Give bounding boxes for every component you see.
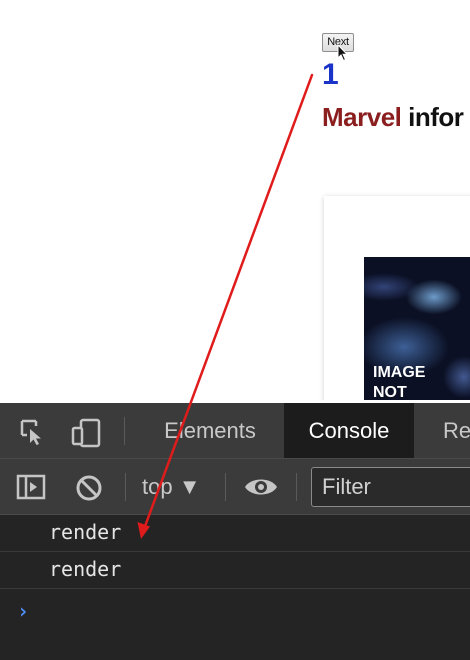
thumbnail-text: IMAGE NOT xyxy=(373,363,425,400)
console-filter-input[interactable] xyxy=(311,467,470,507)
tabbar-divider xyxy=(124,417,125,445)
devtools-panel: Elements Console Re top ▼ render render … xyxy=(0,403,470,660)
console-prompt-icon[interactable]: › xyxy=(17,599,29,623)
sidebar-toggle-icon[interactable] xyxy=(15,472,47,502)
thumbnail-text-line1: IMAGE xyxy=(373,364,426,381)
devtools-tabbar: Elements Console Re xyxy=(0,403,470,459)
eye-icon[interactable] xyxy=(243,474,279,500)
clear-console-icon[interactable] xyxy=(74,473,104,503)
inspect-element-icon[interactable] xyxy=(18,417,48,447)
tab-elements[interactable]: Elements xyxy=(144,403,276,458)
console-log-text: render xyxy=(49,557,122,581)
toolbar-divider-3 xyxy=(296,473,297,501)
console-log-row: render xyxy=(0,552,470,589)
heading-rest: infor xyxy=(408,102,464,132)
device-toolbar-icon[interactable] xyxy=(70,416,102,448)
counter-value: 1 xyxy=(322,58,339,91)
toolbar-divider-2 xyxy=(225,473,226,501)
tab-recorder[interactable]: Re xyxy=(443,403,470,458)
console-toolbar: top ▼ xyxy=(0,459,470,515)
console-log-row: render xyxy=(0,515,470,552)
page-heading: Marvel infor xyxy=(322,100,464,134)
pointer-cursor-icon xyxy=(337,44,349,62)
character-thumbnail: IMAGE NOT xyxy=(364,257,470,400)
heading-brand: Marvel xyxy=(322,102,402,132)
console-log-text: render xyxy=(49,520,122,544)
tab-console[interactable]: Console xyxy=(284,403,414,458)
context-selector[interactable]: top ▼ xyxy=(142,459,200,514)
character-card[interactable]: IMAGE NOT xyxy=(324,196,470,400)
web-page: Next 1 Marvel infor IMAGE NOT xyxy=(0,0,470,400)
toolbar-divider-1 xyxy=(125,473,126,501)
thumbnail-text-line2: NOT xyxy=(373,384,407,400)
